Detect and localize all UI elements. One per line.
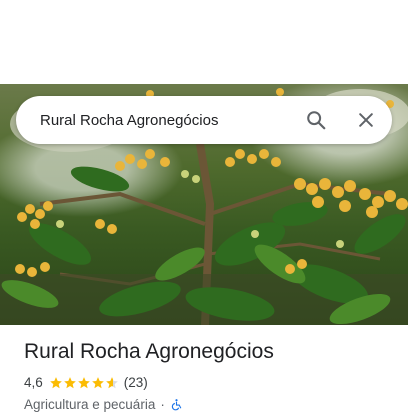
wheelchair-icon [171,399,182,411]
search-bar[interactable]: Rural Rocha Agronegócios [16,96,392,144]
rating-stars [49,376,119,390]
search-button[interactable] [296,100,336,140]
star-full-icon [49,376,62,388]
star-full-icon [63,376,76,388]
review-count[interactable]: (23) [124,375,148,390]
close-icon [359,113,373,127]
place-category: Agricultura e pecuária [24,397,156,412]
search-icon [307,111,326,130]
star-full-icon [77,376,90,388]
search-input[interactable]: Rural Rocha Agronegócios [40,112,296,129]
clear-search-button[interactable] [346,100,386,140]
star-half-icon [105,376,118,388]
rating-value: 4,6 [24,375,43,390]
separator-dot: · [160,397,165,412]
star-full-icon [91,376,104,388]
top-blank-area [0,0,408,84]
place-name: Rural Rocha Agronegócios [24,340,274,363]
rating-row[interactable]: 4,6 (23) [24,375,148,390]
category-row: Agricultura e pecuária · [24,397,183,412]
